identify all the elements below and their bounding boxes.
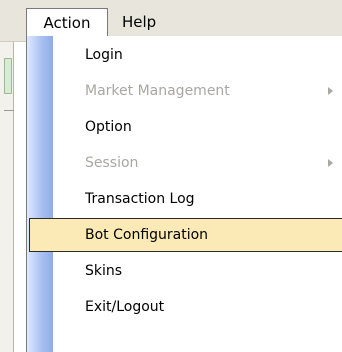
menu-icon-gutter xyxy=(27,36,53,352)
menu-item-label: Market Management xyxy=(85,83,230,99)
submenu-arrow-icon xyxy=(328,87,333,95)
menu-item-market-management[interactable]: Market Management xyxy=(53,74,341,108)
background-divider xyxy=(4,110,14,111)
menu-item-label: Skins xyxy=(85,263,123,279)
menu-item-label: Exit/Logout xyxy=(85,299,165,315)
application-window: Action Help Login Market Management Opti… xyxy=(0,0,342,352)
menu-item-label: Option xyxy=(85,119,132,135)
menu-item-bot-configuration[interactable]: Bot Configuration xyxy=(29,218,342,252)
menu-item-label: Transaction Log xyxy=(85,191,195,207)
menu-item-label: Bot Configuration xyxy=(85,227,209,243)
menu-item-exit-logout[interactable]: Exit/Logout xyxy=(53,290,341,324)
menu-item-option[interactable]: Option xyxy=(53,110,341,144)
menu-action[interactable]: Action xyxy=(26,8,108,36)
background-window xyxy=(0,0,14,352)
menu-item-login[interactable]: Login xyxy=(53,38,341,72)
submenu-arrow-icon xyxy=(328,159,333,167)
menu-item-skins[interactable]: Skins xyxy=(53,254,341,288)
menu-item-transaction-log[interactable]: Transaction Log xyxy=(53,182,341,216)
background-field xyxy=(4,58,12,94)
menu-help[interactable]: Help xyxy=(114,8,166,36)
menu-item-label: Session xyxy=(85,155,139,171)
menu-item-label: Login xyxy=(85,47,123,63)
action-dropdown-menu: Login Market Management Option Session T… xyxy=(26,36,342,352)
menu-item-session[interactable]: Session xyxy=(53,146,341,180)
